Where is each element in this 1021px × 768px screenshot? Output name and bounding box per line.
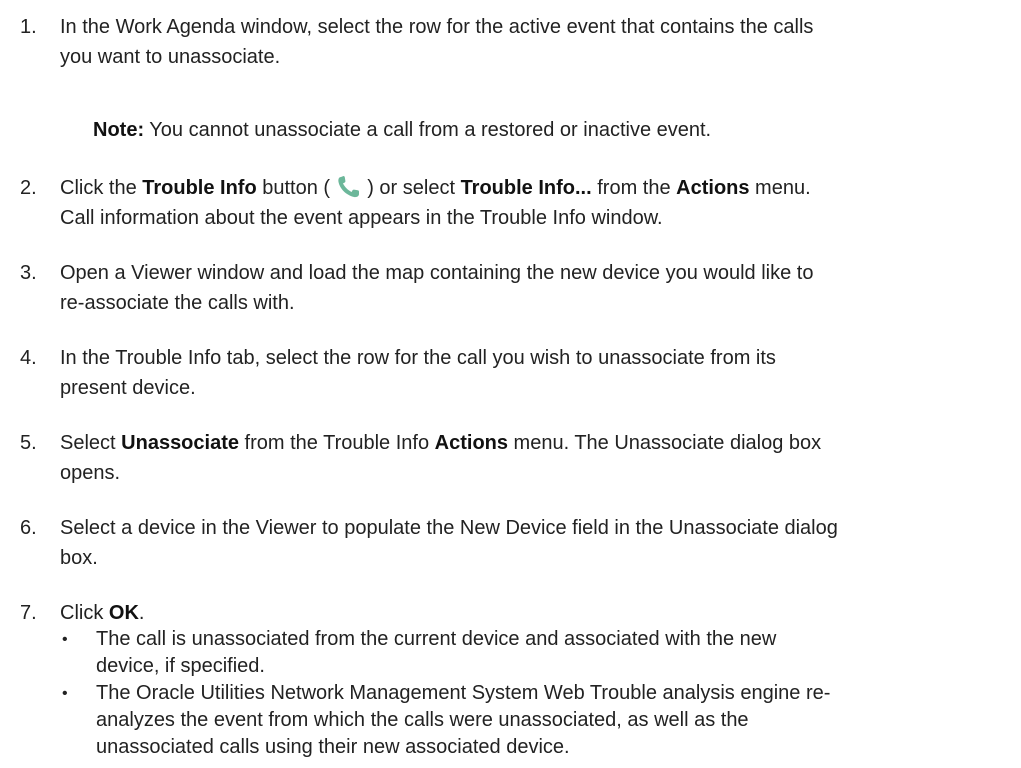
unassociate-label: Unassociate (121, 432, 239, 454)
actions-label: Actions (434, 432, 508, 454)
ok-label: OK (108, 602, 139, 624)
text-run: from the Trouble Info (239, 432, 435, 454)
step-text-line: Call information about the event appears… (60, 207, 663, 229)
document-page: 1. In the Work Agenda window, select the… (0, 0, 1021, 768)
step-text-line: Click OK. (60, 598, 1010, 628)
note: Note: You cannot unassociate a call from… (93, 115, 993, 145)
step-number: 6. (20, 517, 37, 539)
step-text-line: box. (60, 547, 98, 569)
trouble-info-menu-label: Trouble Info... (460, 177, 592, 199)
text-run: Click the (60, 177, 143, 199)
step-text-line: re-associate the calls with. (60, 292, 295, 314)
step-text-line: In the Work Agenda window, select the ro… (60, 16, 814, 38)
trouble-info-label: Trouble Info (142, 177, 257, 199)
step-number: 2. (20, 177, 37, 199)
step-text-line: you want to unassociate. (60, 46, 281, 68)
step-text-line: In the Trouble Info tab, select the row … (60, 347, 776, 369)
step-number: 3. (20, 262, 37, 284)
text-run: from the (591, 177, 677, 199)
bullet-symbol: • (62, 685, 68, 702)
step-number: 1. (20, 16, 37, 38)
text-run: menu. (749, 177, 811, 199)
text-run: Select (60, 432, 122, 454)
text-run: . (138, 602, 145, 624)
text-run: menu. The Unassociate dialog box (508, 432, 822, 454)
bullet-text-line: device, if specified. (96, 655, 265, 677)
step-number: 4. (20, 347, 37, 369)
note-text: You cannot unassociate a call from a res… (144, 119, 712, 141)
step-text-line: Open a Viewer window and load the map co… (60, 262, 814, 284)
bullet-symbol: • (62, 631, 68, 648)
step-number: 5. (20, 432, 37, 454)
step-text-line: Select a device in the Viewer to populat… (60, 517, 838, 539)
bullet-text-line: analyzes the event from which the calls … (96, 709, 749, 731)
text-run: Click (60, 602, 109, 624)
text-run: ) or select (367, 177, 461, 199)
text-run: button ( (256, 177, 331, 199)
bullet-text-line: unassociated calls using their new assoc… (96, 736, 570, 758)
bullet-text-line: The call is unassociated from the curren… (96, 628, 777, 650)
step-text-line: Click the Trouble Info button ( ) or sel… (60, 173, 1010, 203)
step-text-line: opens. (60, 462, 121, 484)
actions-label: Actions (676, 177, 750, 199)
step-number: 7. (20, 602, 37, 624)
phone-icon (336, 175, 362, 199)
note-label: Note: (93, 119, 145, 141)
bullet-text-line: The Oracle Utilities Network Management … (96, 682, 831, 704)
step-text-line: Select Unassociate from the Trouble Info… (60, 428, 1010, 458)
step-text-line: present device. (60, 377, 196, 399)
